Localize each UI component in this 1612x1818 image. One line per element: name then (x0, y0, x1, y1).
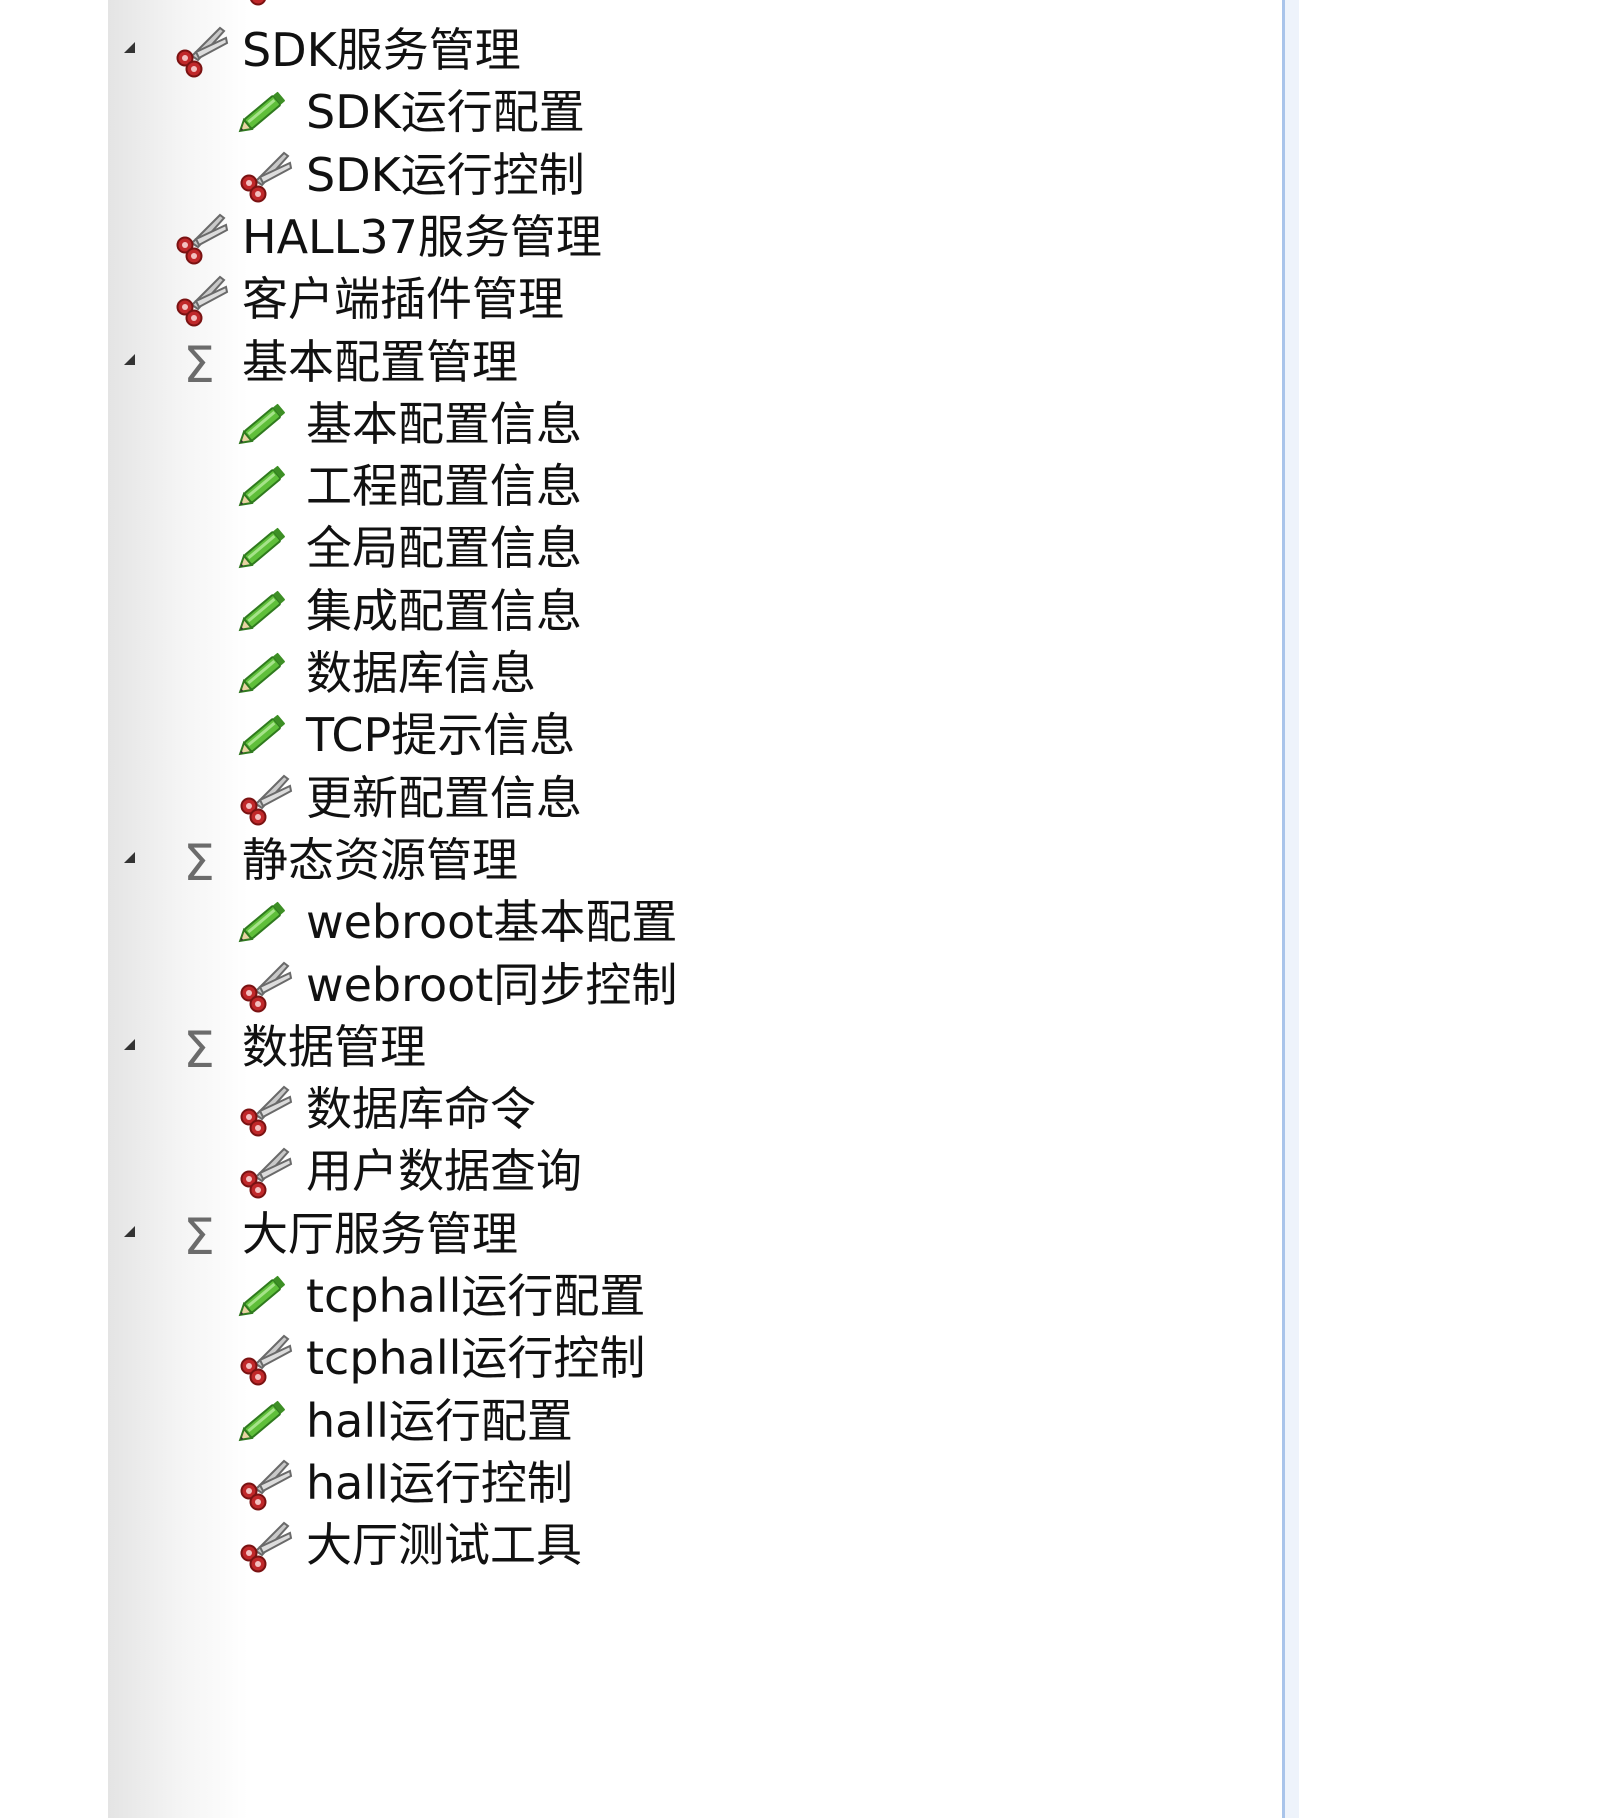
tree-item-label: hall运行控制 (306, 1456, 573, 1510)
svg-text:Σ: Σ (183, 834, 215, 890)
navigation-tree[interactable]: SDK服务管理 SDK运行配置 SDK运行控制 HALL37服务管理 客户端插件管理 Σ 基… (108, 0, 1282, 1818)
pencil-icon (232, 894, 294, 952)
tree-item-label: 数据库信息 (306, 646, 536, 700)
left-gutter (0, 0, 108, 1818)
tree-item[interactable]: webroot基本配置 (108, 886, 1208, 958)
pencil-icon (232, 520, 294, 578)
scissors-icon (232, 0, 294, 8)
expand-collapse-triangle-icon[interactable] (124, 354, 135, 365)
svg-text:Σ: Σ (183, 1021, 215, 1077)
scissors-icon (232, 1330, 294, 1388)
pencil-icon (232, 458, 294, 516)
scissors-icon (232, 1081, 294, 1139)
pencil-icon (232, 1268, 294, 1326)
pencil-icon (232, 1393, 294, 1451)
scissors-icon (232, 1455, 294, 1513)
tree-item-label: SDK服务管理 (242, 23, 521, 77)
tree-item[interactable]: 大厅测试工具 (108, 1509, 1208, 1581)
sigma-icon: Σ (168, 334, 230, 392)
tree-item-label: TCP提示信息 (306, 708, 576, 762)
scissors-icon (232, 770, 294, 828)
svg-text:Σ: Σ (183, 336, 215, 392)
tree-item-label: tcphall运行配置 (306, 1269, 646, 1323)
sigma-icon: Σ (168, 1019, 230, 1077)
expand-collapse-triangle-icon[interactable] (124, 1039, 135, 1050)
pencil-icon (232, 396, 294, 454)
tree-item-label: 基本配置管理 (242, 335, 518, 389)
tree-item-label: 静态资源管理 (242, 833, 518, 887)
screen: SDK服务管理 SDK运行配置 SDK运行控制 HALL37服务管理 客户端插件管理 Σ 基… (0, 0, 1612, 1818)
tree-item-label: 大厅测试工具 (306, 1518, 582, 1572)
expand-collapse-triangle-icon[interactable] (124, 1226, 135, 1237)
scissors-icon (168, 271, 230, 329)
tree-item-label: hall运行配置 (306, 1394, 573, 1448)
scissors-icon (168, 22, 230, 80)
scissors-icon (232, 957, 294, 1015)
tree-item-label: 工程配置信息 (306, 459, 582, 513)
tree-item-label: HALL37服务管理 (242, 210, 602, 264)
tree-item-label: 数据库命令 (306, 1082, 536, 1136)
tree-item-label: SDK运行配置 (306, 85, 585, 139)
tree-item-clipped[interactable] (108, 0, 1208, 14)
tree-item[interactable]: 用户数据查询 (108, 1135, 1208, 1207)
sigma-icon: Σ (168, 1206, 230, 1264)
pencil-icon (232, 583, 294, 641)
tree-item-label: 集成配置信息 (306, 584, 582, 638)
tree-item-label: SDK运行控制 (306, 148, 585, 202)
pencil-icon (232, 84, 294, 142)
tree-item-label: 大厅服务管理 (242, 1207, 518, 1261)
scissors-icon (168, 209, 230, 267)
pencil-icon (232, 645, 294, 703)
tree-item[interactable]: SDK运行配置 (108, 76, 1208, 148)
tree-item[interactable]: tcphall运行控制 (108, 1322, 1208, 1394)
svg-text:Σ: Σ (183, 1208, 215, 1264)
tree-item-label: 客户端插件管理 (242, 272, 564, 326)
pencil-icon (232, 707, 294, 765)
tree-item[interactable]: 客户端插件管理 (108, 263, 1208, 335)
expand-collapse-triangle-icon[interactable] (124, 852, 135, 863)
tree-item-label: webroot同步控制 (306, 958, 678, 1012)
tree-item-label: 基本配置信息 (306, 397, 582, 451)
tree-item-label: webroot基本配置 (306, 895, 678, 949)
tree-item-label: 数据管理 (242, 1020, 426, 1074)
tree-item-label: tcphall运行控制 (306, 1331, 646, 1385)
tree-item-label: 全局配置信息 (306, 521, 582, 575)
sigma-icon: Σ (168, 832, 230, 890)
scissors-icon (232, 1517, 294, 1575)
content-area (1299, 0, 1612, 1818)
tree-item-label: 更新配置信息 (306, 771, 582, 825)
scissors-icon (232, 1143, 294, 1201)
tree-item[interactable]: 全局配置信息 (108, 512, 1208, 584)
tree-item-label: 用户数据查询 (306, 1144, 582, 1198)
scissors-icon (232, 147, 294, 205)
expand-collapse-triangle-icon[interactable] (124, 42, 135, 53)
panel-divider-shade (1285, 0, 1299, 1818)
tree-item[interactable]: TCP提示信息 (108, 699, 1208, 771)
